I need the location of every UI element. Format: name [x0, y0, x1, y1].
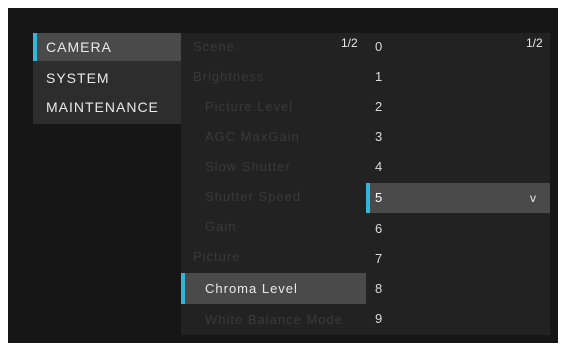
value-label: 3 [375, 129, 383, 144]
camera-submenu: 1/2 Scene Brightness Picture Level AGC M… [181, 33, 366, 335]
submenu-item-label: Brightness [193, 69, 265, 84]
selection-accent [33, 33, 37, 61]
submenu-item-white-balance-mode[interactable]: White Balance Mode [181, 306, 366, 334]
value-list: 1/2 0 1 2 3 4 5 v 6 7 8 9 [366, 33, 550, 335]
submenu-item-scene[interactable]: Scene [181, 33, 366, 61]
submenu-item-label: Picture Level [205, 99, 294, 114]
value-option[interactable]: 0 [366, 33, 550, 61]
value-option[interactable]: 3 [366, 123, 550, 151]
submenu-item-label: Chroma Level [205, 281, 298, 296]
submenu-item-slow-shutter[interactable]: Slow Shutter [181, 153, 366, 181]
submenu-item-label: Picture [193, 249, 241, 264]
menu-item-maintenance[interactable]: MAINTENANCE [33, 93, 181, 121]
menu-item-camera[interactable]: CAMERA [33, 33, 181, 61]
submenu-item-brightness[interactable]: Brightness [181, 63, 366, 91]
value-option[interactable]: 4 [366, 153, 550, 181]
value-option[interactable]: 7 [366, 245, 550, 273]
menu-item-label: CAMERA [46, 39, 112, 55]
submenu-item-label: Gain [205, 219, 237, 234]
submenu-item-label: Shutter Speed [205, 189, 302, 204]
submenu-item-agc-maxgain[interactable]: AGC MaxGain [181, 123, 366, 151]
submenu-item-label: White Balance Mode [205, 312, 343, 327]
value-option[interactable]: 2 [366, 93, 550, 121]
submenu-item-label: AGC MaxGain [205, 129, 300, 144]
value-option[interactable]: 9 [366, 305, 550, 333]
main-menu: CAMERA SYSTEM MAINTENANCE [33, 33, 181, 124]
menu-item-label: MAINTENANCE [46, 99, 159, 115]
selection-accent [366, 183, 370, 213]
submenu-item-label: Slow Shutter [205, 159, 291, 174]
value-label: 2 [375, 99, 383, 114]
value-label: 9 [375, 311, 383, 326]
submenu-item-picture[interactable]: Picture [181, 243, 366, 271]
value-option[interactable]: 1 [366, 63, 550, 91]
submenu-item-label: Scene [193, 39, 235, 54]
value-option-selected[interactable]: 5 v [366, 183, 550, 213]
value-label: 7 [375, 251, 383, 266]
submenu-item-chroma-level[interactable]: Chroma Level [181, 273, 366, 304]
value-label: 8 [375, 281, 383, 296]
submenu-item-shutter-speed[interactable]: Shutter Speed [181, 183, 366, 211]
value-label: 5 [375, 190, 383, 205]
value-label: 1 [375, 69, 383, 84]
value-label: 0 [375, 39, 383, 54]
value-label: 6 [375, 221, 383, 236]
selection-accent [181, 273, 185, 304]
value-label: 4 [375, 159, 383, 174]
menu-item-label: SYSTEM [46, 70, 110, 86]
submenu-item-picture-level[interactable]: Picture Level [181, 93, 366, 121]
menu-item-system[interactable]: SYSTEM [33, 64, 181, 92]
value-option[interactable]: 8 [366, 275, 550, 303]
selected-check-mark: v [530, 191, 536, 205]
submenu-item-gain[interactable]: Gain [181, 213, 366, 241]
value-option[interactable]: 6 [366, 215, 550, 243]
